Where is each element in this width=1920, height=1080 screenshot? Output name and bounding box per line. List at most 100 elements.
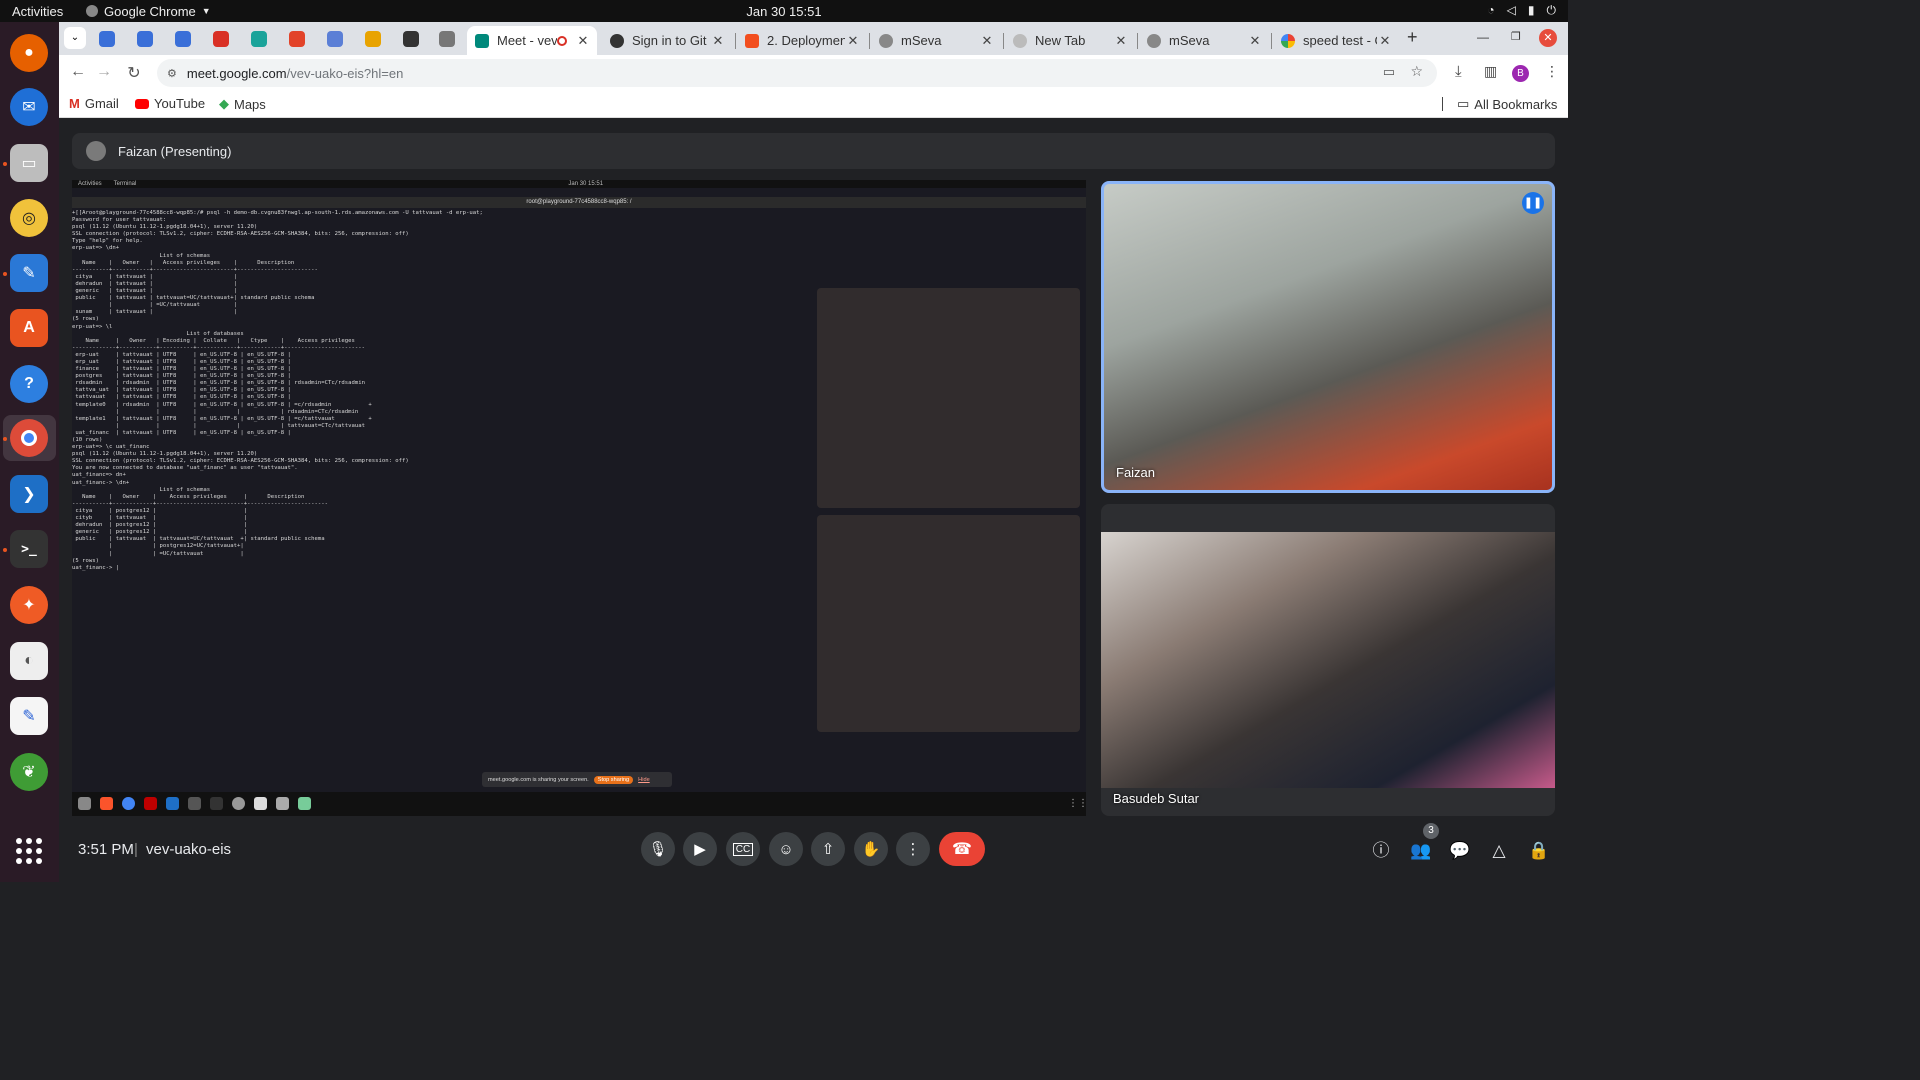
present-button[interactable]: ⇧	[811, 832, 845, 866]
url-path: /vev-uako-eis?hl=en	[286, 65, 404, 81]
rhythmbox-icon[interactable]: ◎	[10, 199, 48, 237]
pinned-tab-icon[interactable]	[99, 31, 115, 47]
writer-icon[interactable]: ✎	[10, 254, 48, 292]
forward-icon[interactable]: →	[93, 63, 115, 81]
close-icon[interactable]: ✕	[1377, 33, 1393, 49]
close-window-icon[interactable]: ✕	[1539, 29, 1557, 47]
tab-label: Meet - vev	[497, 33, 557, 48]
chrome-icon[interactable]	[10, 419, 48, 457]
download-icon[interactable]: ⤓	[1455, 63, 1462, 80]
terminal-line: erp-uat=> \dn+	[72, 245, 120, 252]
gmail-tab-icon[interactable]	[213, 31, 229, 47]
tab-github-signin[interactable]: Sign in to Git ✕	[602, 26, 732, 55]
info-icon: ⓘ	[1372, 841, 1390, 860]
tab-new-tab[interactable]: New Tab ✕	[1005, 26, 1135, 55]
microphone-icon: 🎙	[648, 841, 668, 858]
bookmark-label: Gmail	[84, 96, 119, 111]
close-icon[interactable]: ✕	[575, 33, 591, 49]
files-icon	[78, 797, 91, 810]
host-controls-button[interactable]: 🔒	[1527, 839, 1551, 863]
thunderbird-icon[interactable]: ✉	[10, 88, 48, 126]
participant-tile-basudeb[interactable]: Basudeb Sutar	[1101, 504, 1555, 816]
chrome-icon	[122, 797, 135, 810]
bookmark-star-icon[interactable]: ☆	[1410, 63, 1423, 80]
reactions-button[interactable]: ☺	[769, 832, 803, 866]
postman-icon[interactable]: ✦	[10, 586, 48, 624]
tab-speed-test[interactable]: speed test - G ✕	[1273, 26, 1399, 55]
microphone-button[interactable]: 🎙	[641, 832, 675, 866]
app-menu[interactable]: Google Chrome ▼	[86, 4, 211, 19]
camera-icon: ▶	[694, 841, 706, 858]
presenter-avatar	[86, 141, 106, 161]
menu-icon[interactable]: ⋮	[1545, 63, 1559, 80]
pinned-tab-icon[interactable]	[327, 31, 343, 47]
tab-deployment[interactable]: 2. Deploymen ✕	[737, 26, 867, 55]
back-icon[interactable]: ←	[67, 63, 89, 81]
meeting-details-button[interactable]: ⓘ	[1369, 839, 1393, 863]
tab-mseva[interactable]: mSeva ✕	[871, 26, 1001, 55]
help-icon[interactable]: ?	[10, 365, 48, 403]
system-tray[interactable]: ◔ ◁ ▮ ⏻	[1487, 3, 1556, 18]
filezilla-icon	[144, 797, 157, 810]
address-bar[interactable]: ⚙ meet.google.com/vev-uako-eis?hl=en ▭ ☆	[157, 59, 1437, 87]
show-apps-icon[interactable]	[16, 838, 42, 864]
vscode-icon[interactable]: ❯	[10, 475, 48, 513]
camera-button[interactable]: ▶	[683, 832, 717, 866]
tab-separator	[1137, 33, 1138, 49]
raise-hand-button[interactable]: ✋	[854, 832, 888, 866]
terminal-icon[interactable]: >_	[10, 530, 48, 568]
bookmark-youtube[interactable]: YouTube	[135, 96, 205, 111]
shapes-icon: △	[1492, 841, 1506, 860]
tab-mseva-2[interactable]: mSeva ✕	[1139, 26, 1269, 55]
firefox-icon[interactable]: ●	[10, 34, 48, 72]
caret-down-icon: ▼	[201, 6, 211, 16]
pinned-tab-icon[interactable]	[251, 31, 267, 47]
pinned-tab-icon[interactable]	[175, 31, 191, 47]
close-icon[interactable]: ✕	[845, 33, 861, 49]
reload-icon[interactable]: ↻	[123, 63, 145, 83]
more-options-button[interactable]: ⋮	[896, 832, 930, 866]
profile-avatar[interactable]: B	[1512, 65, 1529, 82]
people-button[interactable]: 👥	[1409, 839, 1433, 863]
captions-button[interactable]: CC	[726, 832, 760, 866]
tab-label: 2. Deploymen	[767, 33, 845, 48]
activities-button[interactable]: △	[1487, 839, 1511, 863]
close-icon[interactable]: ✕	[1247, 33, 1263, 49]
close-icon[interactable]: ✕	[1113, 33, 1129, 49]
side-panel-icon[interactable]: ▥	[1484, 63, 1497, 80]
camera-icon[interactable]: ▭	[1383, 64, 1395, 80]
app-center-icon[interactable]: A	[10, 309, 48, 347]
pinned-tab-icon[interactable]	[439, 31, 455, 47]
all-bookmarks-button[interactable]: ▭ All Bookmarks	[1457, 96, 1557, 112]
tab-meet[interactable]: Meet - vev ✕	[467, 26, 597, 55]
restore-icon[interactable]: ❐	[1511, 30, 1521, 43]
pinned-tab-icon[interactable]	[365, 31, 381, 47]
gitlab-tab-icon[interactable]	[289, 31, 305, 47]
minimize-icon[interactable]: —	[1477, 30, 1489, 44]
tab-search-button[interactable]: ⌄	[64, 27, 86, 49]
captions-icon: CC	[732, 842, 754, 856]
site-info-icon[interactable]: ⚙	[167, 67, 177, 80]
close-icon[interactable]: ✕	[979, 33, 995, 49]
stop-sharing-button[interactable]: Stop sharing	[593, 775, 634, 784]
tab-label: mSeva	[901, 33, 942, 48]
brave-icon	[100, 797, 113, 810]
files-icon[interactable]: ▭	[10, 144, 48, 182]
activities-button[interactable]: Activities	[0, 4, 86, 19]
system-clock[interactable]: Jan 30 15:51	[0, 4, 1568, 19]
mongodb-compass-icon[interactable]: ❦	[10, 753, 48, 791]
bookmark-maps[interactable]: ◆ Maps	[219, 96, 266, 112]
pinned-tab-icon[interactable]	[137, 31, 153, 47]
new-tab-button[interactable]: +	[1407, 27, 1418, 48]
github-tab-icon[interactable]	[403, 31, 419, 47]
hide-notice-link[interactable]: Hide	[638, 777, 650, 783]
gimp-icon[interactable]: ◐	[10, 642, 48, 680]
text-editor-icon[interactable]: ✎	[10, 697, 48, 735]
participant-tile-faizan[interactable]: ❚❚ Faizan	[1101, 181, 1555, 493]
leave-call-button[interactable]: ☎	[939, 832, 985, 866]
bookmark-gmail[interactable]: M Gmail	[69, 96, 119, 111]
terminal-line: psql (11.12 (Ubuntu 11.12-1.pgdg18.04+1)…	[72, 224, 258, 231]
close-icon[interactable]: ✕	[710, 33, 726, 49]
terminal-line: -----------+-----------+----------------…	[72, 266, 318, 273]
chat-button[interactable]: 💬	[1448, 839, 1472, 863]
